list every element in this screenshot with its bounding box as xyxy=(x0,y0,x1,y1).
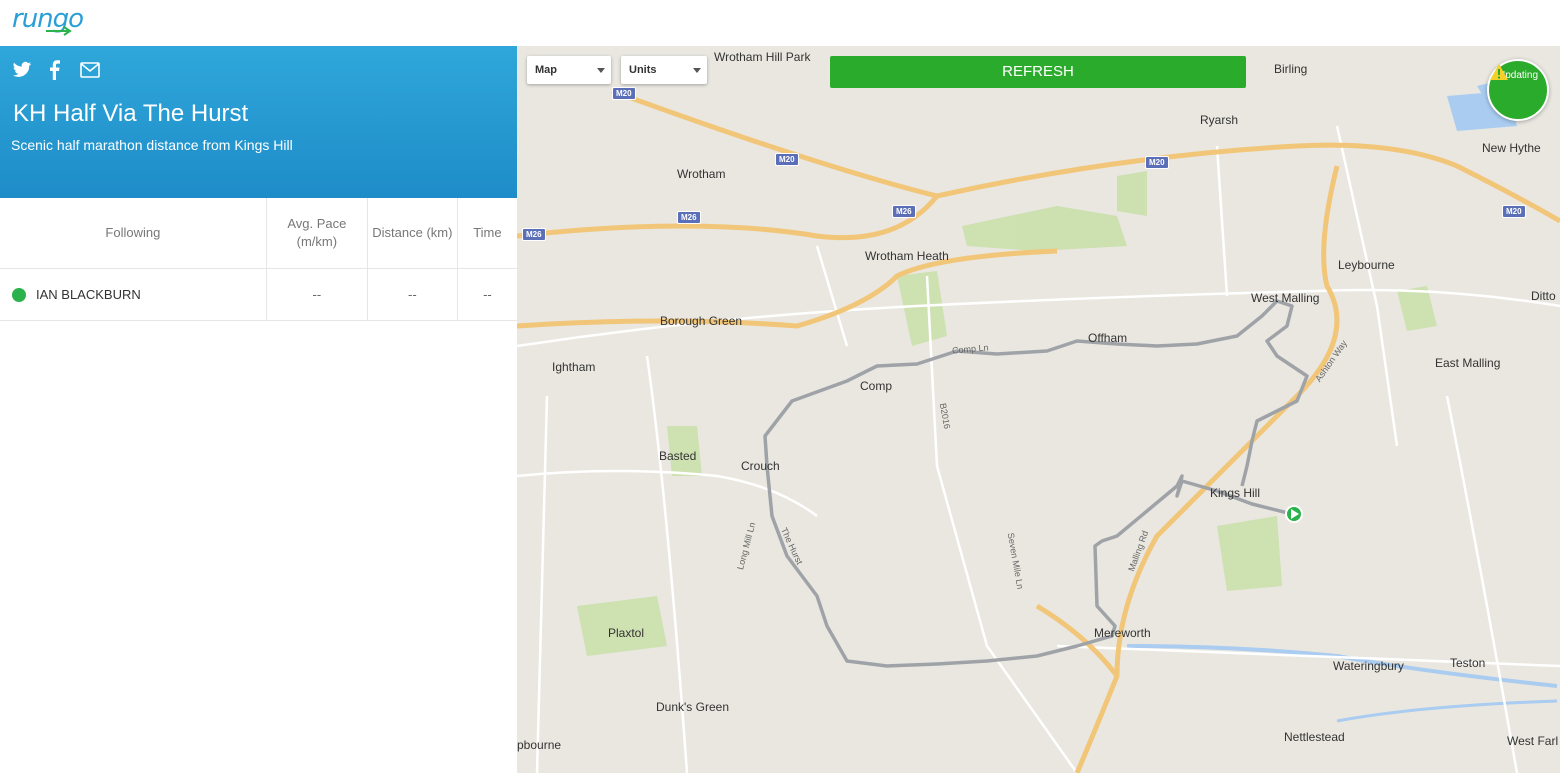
place-label: Borough Green xyxy=(660,314,743,328)
place-label: Crouch xyxy=(741,459,780,473)
warning-icon xyxy=(1490,64,1508,80)
woodland-areas xyxy=(577,171,1437,656)
place-label: pbourne xyxy=(517,738,562,752)
road-shield-m20: M20 xyxy=(1145,156,1169,169)
runner-name-cell[interactable]: IAN BLACKBURN xyxy=(0,268,267,321)
distance-header[interactable]: Distance (km) xyxy=(367,198,458,269)
place-label: Leybourne xyxy=(1338,258,1395,272)
chevron-down-icon xyxy=(693,68,701,73)
place-label: East Malling xyxy=(1435,356,1501,370)
road-shield-m26: M26 xyxy=(677,211,701,224)
avg-pace-header[interactable]: Avg. Pace (m/km) xyxy=(266,198,368,269)
place-label: Wateringbury xyxy=(1333,659,1404,673)
table-row[interactable]: IAN BLACKBURN -- -- -- xyxy=(0,268,517,321)
route-map[interactable]: M20 M20 M20 M20 M26 M26 M26 Wrotham Hill… xyxy=(517,46,1560,773)
road-shield-m20: M20 xyxy=(775,153,799,166)
runner-name: IAN BLACKBURN xyxy=(36,286,141,302)
place-label: Wrotham xyxy=(677,167,726,181)
units-select[interactable]: Units xyxy=(621,56,707,84)
sidebar: KH Half Via The Hurst Scenic half marath… xyxy=(0,46,517,773)
place-label: Wrotham Hill Park xyxy=(714,50,811,64)
race-subtitle: Scenic half marathon distance from Kings… xyxy=(11,137,293,153)
place-label: Plaxtol xyxy=(608,626,645,640)
place-label: Nettlestead xyxy=(1284,730,1345,744)
runner-status-dot xyxy=(12,288,26,303)
place-label: Kings Hill xyxy=(1210,486,1261,500)
road-shield-m26: M26 xyxy=(522,228,546,241)
place-label: Wrotham Heath xyxy=(865,249,949,263)
race-title: KH Half Via The Hurst xyxy=(13,100,249,127)
units-label: Units xyxy=(629,64,657,76)
table-header-row: Following Avg. Pace (m/km) Distance (km)… xyxy=(0,198,517,269)
road-shield-m20: M20 xyxy=(1502,205,1526,218)
road-shield-m26: M26 xyxy=(892,205,916,218)
facebook-icon[interactable] xyxy=(48,60,60,80)
place-label: Birling xyxy=(1274,62,1308,76)
distance-cell: -- xyxy=(367,268,458,321)
place-label: Mereworth xyxy=(1094,626,1151,640)
place-label: Dunk's Green xyxy=(656,700,729,714)
place-label: West Farl xyxy=(1507,734,1559,748)
map-type-select[interactable]: Map xyxy=(527,56,611,84)
place-label: Comp xyxy=(860,379,893,393)
place-label: Ditto xyxy=(1531,289,1556,303)
map-type-label: Map xyxy=(535,64,557,76)
updating-status-button[interactable]: Updating xyxy=(1487,59,1549,121)
following-header: Following xyxy=(0,198,267,269)
place-label: Basted xyxy=(659,449,697,463)
race-header: KH Half Via The Hurst Scenic half marath… xyxy=(0,46,517,198)
avg-pace-cell: -- xyxy=(266,268,368,321)
runners-table: Following Avg. Pace (m/km) Distance (km)… xyxy=(0,198,517,321)
place-label: Ightham xyxy=(552,360,596,374)
top-bar: rungo xyxy=(0,0,1560,46)
road-shield-m20: M20 xyxy=(612,87,636,100)
place-label: Offham xyxy=(1088,331,1128,345)
refresh-button[interactable]: REFRESH xyxy=(830,56,1246,88)
chevron-down-icon xyxy=(597,68,605,73)
mail-icon[interactable] xyxy=(80,60,100,80)
time-cell: -- xyxy=(457,268,517,321)
place-label: New Hythe xyxy=(1482,141,1541,155)
place-label: West Malling xyxy=(1251,291,1320,305)
place-label: Teston xyxy=(1450,656,1486,670)
logo-arrow-icon xyxy=(46,26,72,36)
time-header[interactable]: Time xyxy=(457,198,517,269)
twitter-icon[interactable] xyxy=(12,60,32,80)
route-path xyxy=(763,299,1309,668)
place-label: Ryarsh xyxy=(1200,113,1239,127)
water-bodies xyxy=(1126,76,1558,723)
